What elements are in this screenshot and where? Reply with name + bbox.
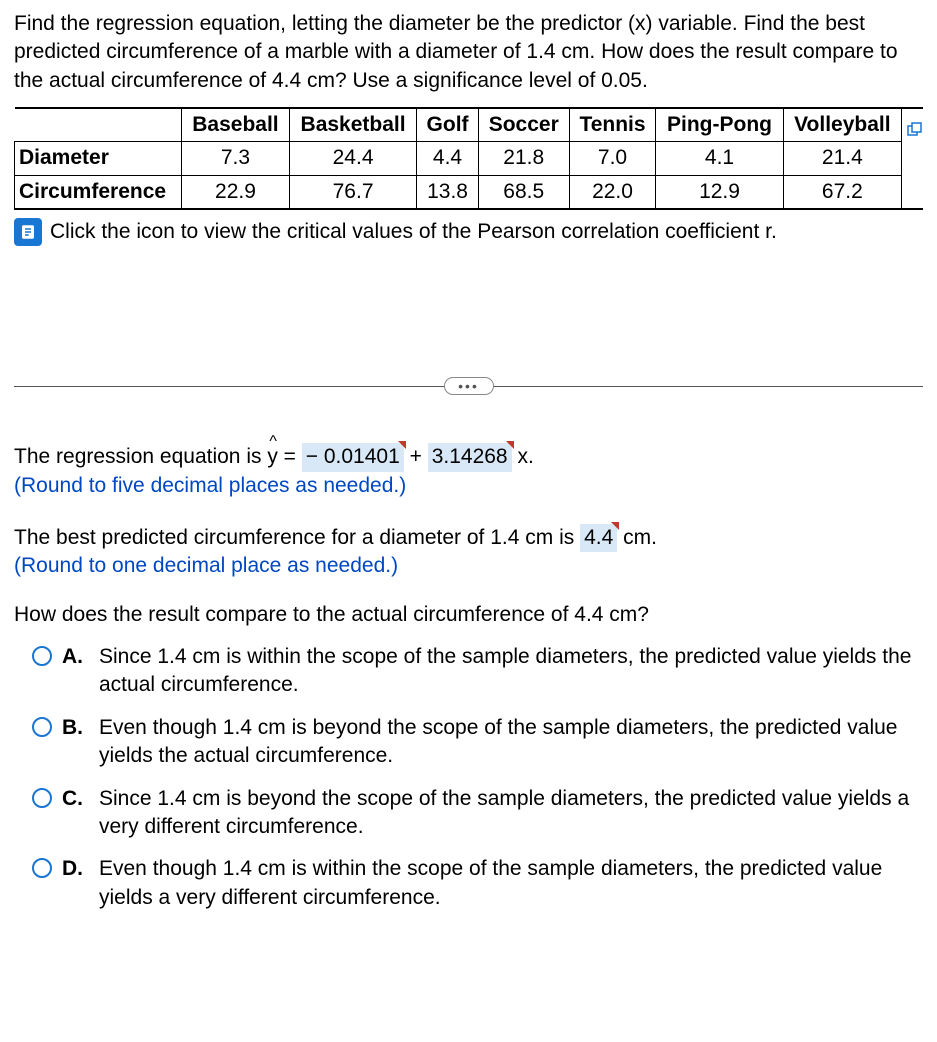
cell: 7.3 (182, 142, 290, 175)
col-header: Basketball (289, 108, 416, 142)
intercept-input[interactable]: − 0.01401 (302, 443, 404, 471)
radio-icon[interactable] (32, 717, 52, 737)
col-header: Tennis (569, 108, 656, 142)
slope-input[interactable]: 3.14268 (428, 443, 512, 471)
option-text: Since 1.4 cm is beyond the scope of the … (99, 785, 923, 842)
cell: 7.0 (569, 142, 656, 175)
cell: 21.4 (783, 142, 901, 175)
table-row: Circumference 22.9 76.7 13.8 68.5 22.0 1… (15, 175, 924, 209)
option-c[interactable]: C. Since 1.4 cm is beyond the scope of t… (14, 785, 923, 842)
rounding-note: (Round to five decimal places as needed.… (14, 472, 923, 500)
data-table: Baseball Basketball Golf Soccer Tennis P… (14, 107, 923, 210)
cell: 13.8 (417, 175, 479, 209)
option-text: Even though 1.4 cm is within the scope o… (99, 855, 923, 912)
rounding-note-2: (Round to one decimal place as needed.) (14, 552, 923, 580)
col-header: Soccer (478, 108, 569, 142)
col-header: Ping-Pong (656, 108, 783, 142)
expand-button[interactable]: ••• (444, 377, 494, 395)
cell: 76.7 (289, 175, 416, 209)
pred-prefix: The best predicted circumference for a d… (14, 526, 580, 549)
critical-values-link[interactable]: Click the icon to view the critical valu… (50, 218, 777, 246)
prediction-line: The best predicted circumference for a d… (14, 524, 923, 552)
question-text: Find the regression equation, letting th… (14, 10, 923, 95)
option-text: Since 1.4 cm is within the scope of the … (99, 643, 923, 700)
cell: 68.5 (478, 175, 569, 209)
row-label: Diameter (15, 142, 182, 175)
option-letter: A. (62, 643, 83, 671)
eq-prefix: The regression equation is (14, 445, 267, 468)
plus: + (404, 445, 428, 468)
cell: 12.9 (656, 175, 783, 209)
regression-equation-line: The regression equation is ^y = − 0.0140… (14, 443, 923, 471)
prediction-input[interactable]: 4.4 (580, 524, 617, 552)
radio-icon[interactable] (32, 646, 52, 666)
document-icon[interactable] (14, 218, 42, 246)
cell: 22.0 (569, 175, 656, 209)
cell: 4.4 (417, 142, 479, 175)
equals: = (278, 445, 302, 468)
option-letter: D. (62, 855, 83, 883)
col-header: Volleyball (783, 108, 901, 142)
option-letter: C. (62, 785, 83, 813)
popout-icon[interactable] (907, 118, 923, 134)
option-a[interactable]: A. Since 1.4 cm is within the scope of t… (14, 643, 923, 700)
option-letter: B. (62, 714, 83, 742)
option-text: Even though 1.4 cm is beyond the scope o… (99, 714, 923, 771)
y-hat-symbol: ^y (267, 443, 278, 471)
table-row: Diameter 7.3 24.4 4.4 21.8 7.0 4.1 21.4 (15, 142, 924, 175)
col-header: Baseball (182, 108, 290, 142)
cell: 22.9 (182, 175, 290, 209)
cell: 24.4 (289, 142, 416, 175)
pred-suffix: cm. (617, 526, 657, 549)
radio-icon[interactable] (32, 788, 52, 808)
cell: 21.8 (478, 142, 569, 175)
compare-question: How does the result compare to the actua… (14, 601, 923, 629)
row-label: Circumference (15, 175, 182, 209)
cell: 4.1 (656, 142, 783, 175)
option-d[interactable]: D. Even though 1.4 cm is within the scop… (14, 855, 923, 912)
radio-icon[interactable] (32, 858, 52, 878)
cell: 67.2 (783, 175, 901, 209)
options-group: A. Since 1.4 cm is within the scope of t… (14, 643, 923, 912)
table-header-row: Baseball Basketball Golf Soccer Tennis P… (15, 108, 924, 142)
col-header: Golf (417, 108, 479, 142)
option-b[interactable]: B. Even though 1.4 cm is beyond the scop… (14, 714, 923, 771)
eq-suffix: x. (512, 445, 534, 468)
